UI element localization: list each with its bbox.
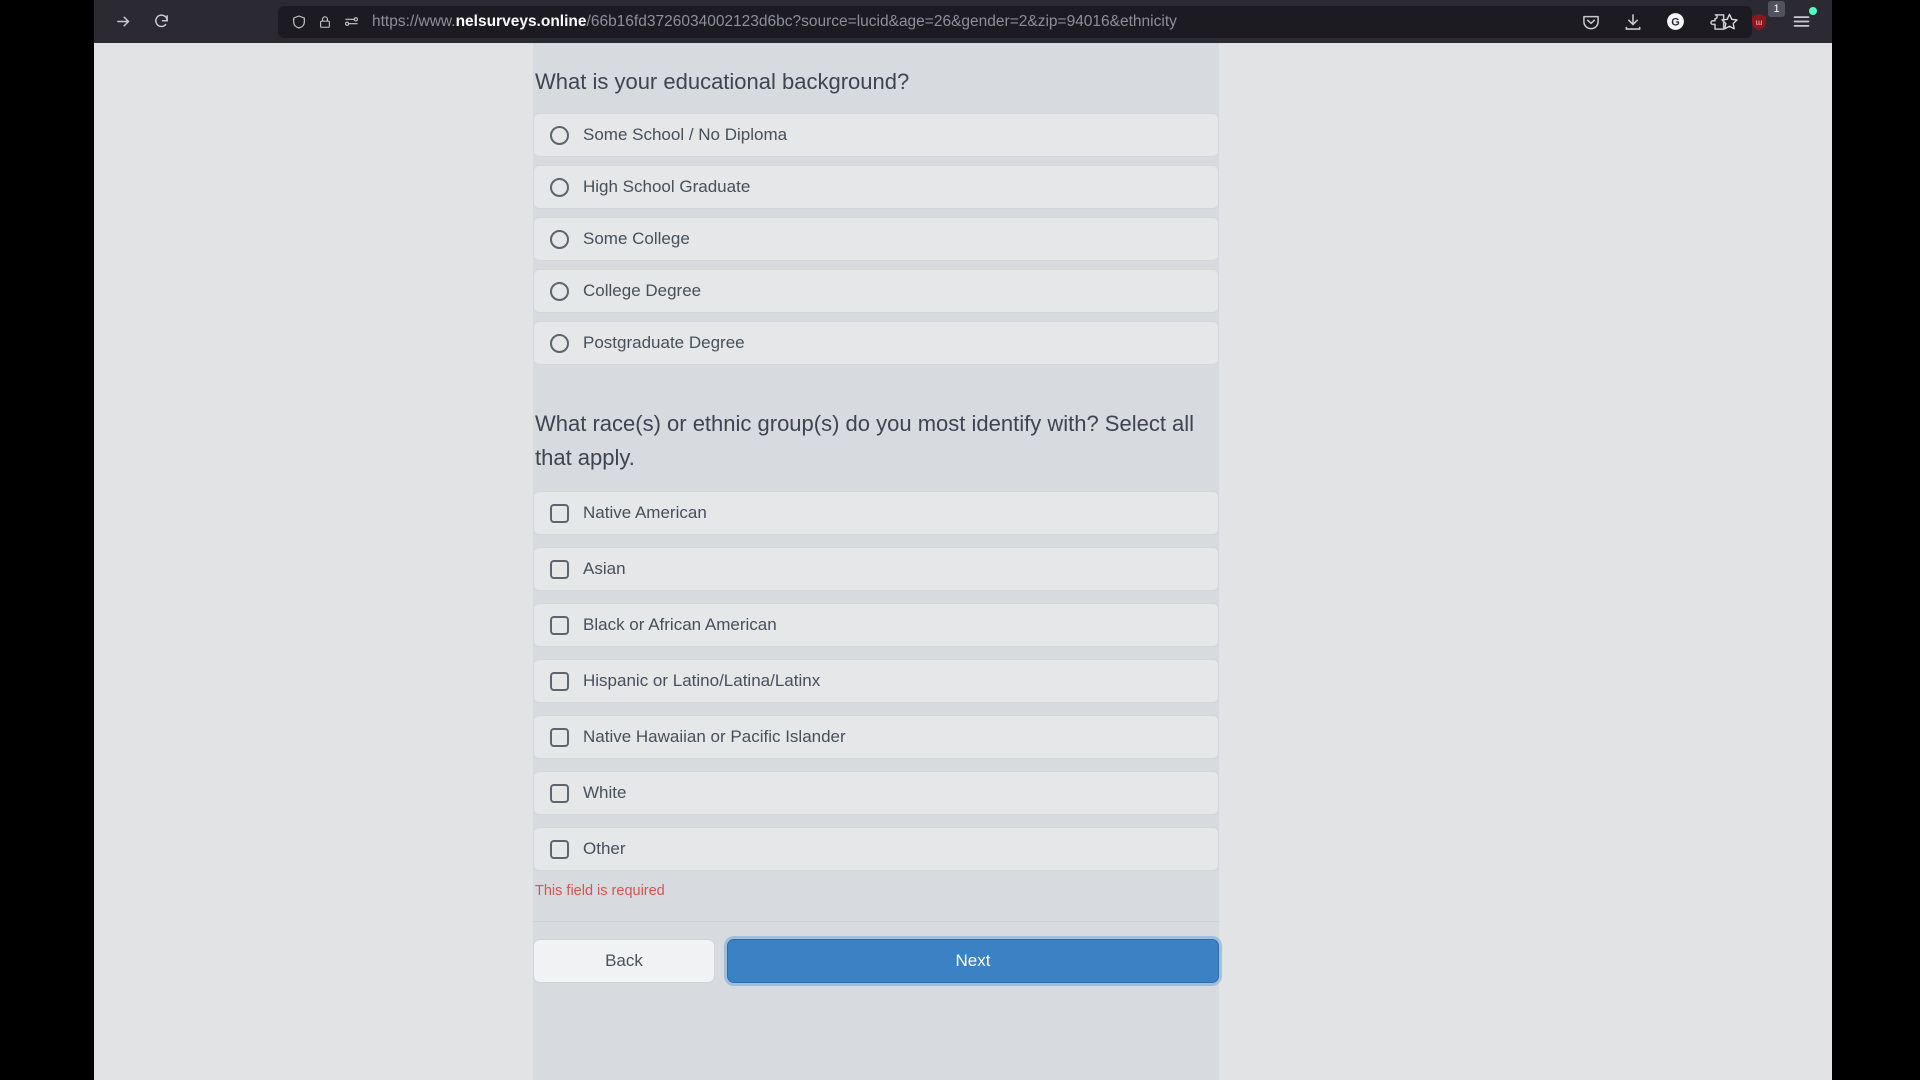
education-option-label: Some School / No Diploma bbox=[583, 125, 788, 145]
ethnicity-option[interactable]: Native American bbox=[533, 491, 1219, 536]
ethnicity-option-label: Asian bbox=[583, 559, 626, 579]
radio-button-icon[interactable] bbox=[550, 125, 569, 145]
question-1-text: What is your educational background? bbox=[535, 69, 910, 94]
url-host: nelsurveys.online bbox=[455, 12, 587, 30]
page-viewport: What is your educational background? Som… bbox=[94, 43, 1832, 1080]
back-button[interactable]: Back bbox=[533, 939, 715, 984]
form-footer: Back Next bbox=[533, 921, 1219, 984]
toolbar-right-icons: G ɯ 1 bbox=[1574, 0, 1818, 43]
checkbox-icon[interactable] bbox=[550, 671, 569, 691]
hamburger-menu-icon[interactable] bbox=[1784, 5, 1818, 39]
radio-button-icon[interactable] bbox=[550, 333, 569, 353]
pocket-icon[interactable] bbox=[1574, 5, 1608, 39]
svg-text:G: G bbox=[1671, 16, 1680, 28]
checkbox-icon[interactable] bbox=[550, 615, 569, 635]
education-option[interactable]: College Degree bbox=[533, 269, 1219, 314]
url-text[interactable]: https://www.nelsurveys.online/66b16fd372… bbox=[372, 6, 1714, 38]
update-indicator-dot bbox=[1809, 6, 1817, 15]
download-icon[interactable] bbox=[1616, 5, 1650, 39]
checkbox-icon[interactable] bbox=[550, 783, 569, 803]
question-2-text: What race(s) or ethnic group(s) do you m… bbox=[535, 411, 1195, 471]
survey-form-card: What is your educational background? Som… bbox=[533, 43, 1219, 1080]
education-option[interactable]: Some School / No Diploma bbox=[533, 113, 1219, 158]
education-option-label: High School Graduate bbox=[583, 177, 751, 197]
ethnicity-option[interactable]: White bbox=[533, 771, 1219, 816]
navigation-buttons bbox=[106, 5, 178, 39]
checkbox-icon[interactable] bbox=[550, 503, 569, 523]
ethnicity-option-label: Black or African American bbox=[583, 615, 777, 635]
forward-button[interactable] bbox=[106, 5, 140, 39]
education-option-label: Postgraduate Degree bbox=[583, 333, 745, 353]
question-2-options: Native American Asian Black or African Ame… bbox=[533, 491, 1219, 872]
ethnicity-option[interactable]: Other bbox=[533, 827, 1219, 872]
question-1-options: Some School / No Diploma High School Grad… bbox=[533, 113, 1219, 366]
education-option[interactable]: Some College bbox=[533, 217, 1219, 262]
education-option-label: Some College bbox=[583, 229, 690, 249]
browser-window: https://www.nelsurveys.online/66b16fd372… bbox=[94, 0, 1832, 1080]
browser-toolbar: https://www.nelsurveys.online/66b16fd372… bbox=[94, 0, 1832, 43]
ethnicity-option-label: White bbox=[583, 783, 627, 803]
ethnicity-option-label: Native Hawaiian or Pacific Islander bbox=[583, 727, 846, 747]
account-icon[interactable]: G bbox=[1658, 5, 1692, 39]
next-button[interactable]: Next bbox=[727, 939, 1219, 984]
ethnicity-option-label: Hispanic or Latino/Latina/Latinx bbox=[583, 671, 821, 691]
reload-button[interactable] bbox=[144, 5, 178, 39]
ethnicity-option-label: Native American bbox=[583, 503, 707, 523]
checkbox-icon[interactable] bbox=[550, 839, 569, 859]
checkbox-icon[interactable] bbox=[550, 559, 569, 579]
radio-button-icon[interactable] bbox=[550, 229, 569, 249]
radio-button-icon[interactable] bbox=[550, 177, 569, 197]
ethnicity-option[interactable]: Hispanic or Latino/Latina/Latinx bbox=[533, 659, 1219, 704]
radio-button-icon[interactable] bbox=[550, 281, 569, 301]
ethnicity-option[interactable]: Black or African American bbox=[533, 603, 1219, 648]
permissions-icon[interactable] bbox=[338, 9, 364, 35]
education-option-label: College Degree bbox=[583, 281, 702, 301]
validation-error-message: This field is required bbox=[535, 883, 665, 900]
ethnicity-option[interactable]: Asian bbox=[533, 547, 1219, 592]
ublock-badge-count: 1 bbox=[1768, 0, 1785, 17]
extension-icon[interactable] bbox=[1700, 5, 1734, 39]
lock-icon[interactable] bbox=[312, 9, 338, 35]
education-option[interactable]: High School Graduate bbox=[533, 165, 1219, 210]
address-bar[interactable]: https://www.nelsurveys.online/66b16fd372… bbox=[278, 5, 1752, 38]
ublock-icon[interactable]: ɯ 1 bbox=[1742, 0, 1785, 39]
svg-text:ɯ: ɯ bbox=[1755, 17, 1762, 26]
shield-icon[interactable] bbox=[286, 9, 312, 35]
education-option[interactable]: Postgraduate Degree bbox=[533, 321, 1219, 366]
ethnicity-option[interactable]: Native Hawaiian or Pacific Islander bbox=[533, 715, 1219, 760]
checkbox-icon[interactable] bbox=[550, 727, 569, 747]
ethnicity-option-label: Other bbox=[583, 839, 626, 859]
